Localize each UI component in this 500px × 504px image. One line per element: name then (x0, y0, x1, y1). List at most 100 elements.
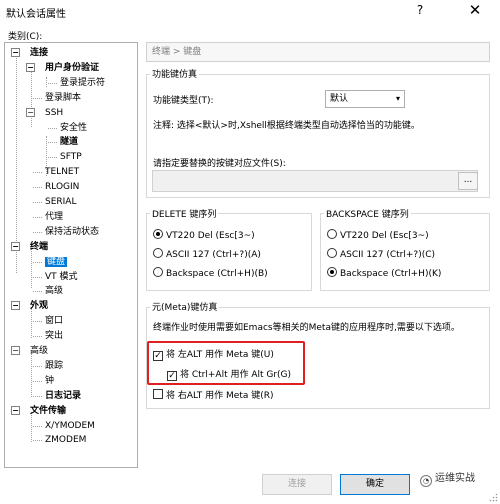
delete-sequence-option-label: VT220 Del (Esc[3~) (166, 231, 255, 241)
tree-item[interactable]: 安全性 (48, 121, 88, 135)
tree-item[interactable]: − SSH (26, 106, 64, 120)
tree-item-label: SERIAL (45, 197, 77, 207)
right-alt-meta-label: 将 右ALT 用作 Meta 键(R) (166, 391, 274, 401)
tree-connector-line (33, 97, 42, 99)
tree-item[interactable]: 隧道 (48, 135, 78, 149)
function-key-note: 注释: 选择<默认>时,Xshell根据终端类型自动选择恰当的功能键。 (153, 121, 420, 131)
delete-sequence-option[interactable]: Backspace (Ctrl+H)(B) (153, 267, 268, 281)
tree-item[interactable]: − 高级 (11, 344, 48, 358)
tree-item-label: 日志记录 (45, 390, 82, 401)
function-key-type-label: 功能键类型(T): (153, 96, 214, 106)
help-icon[interactable]: ? (410, 3, 430, 17)
collapse-toggle-icon[interactable]: − (11, 301, 20, 311)
collapse-toggle-icon[interactable]: − (11, 346, 20, 355)
delete-sequence-radio[interactable] (153, 229, 163, 239)
tree-item[interactable]: TELNET (33, 165, 80, 179)
tree-connector-line (31, 67, 32, 127)
key-file-label: 请指定要替换的按键对应文件(S): (153, 159, 286, 169)
tree-item[interactable]: SFTP (48, 150, 82, 164)
tree-item[interactable]: VT 模式 (33, 270, 78, 284)
tree-item-label: SSH (45, 107, 64, 118)
tree-item-label: 连接 (30, 48, 49, 58)
function-key-type-value: 默认 (330, 94, 349, 104)
right-alt-check-box[interactable] (153, 389, 163, 399)
tree-item[interactable]: 保持活动状态 (33, 225, 99, 239)
tree-item[interactable]: 窗口 (33, 314, 64, 328)
backspace-sequence-radio[interactable] (327, 267, 337, 277)
delete-sequence-option-label: Backspace (Ctrl+H)(B) (166, 269, 268, 279)
right-alt-meta-checkbox[interactable]: 将 右ALT 用作 Meta 键(R) (153, 389, 274, 403)
tree-item[interactable]: 钟 (33, 374, 55, 388)
tree-item-label: 钟 (45, 375, 55, 386)
tree-item[interactable]: 突出 (33, 329, 64, 343)
tree-connector-line (48, 142, 57, 144)
tree-item-label: 突出 (45, 331, 64, 342)
category-tree[interactable]: − 连接 − 用户身份验证 登录提示符 登录脚本 − SSH 安全性 隧道 SFTP TELNET RL… (4, 42, 138, 468)
meta-key-description: 终端作业时使用需要如Emacs等相关的Meta键的应用程序时,需要以下选项。 (153, 323, 460, 333)
tree-connector-line (46, 77, 47, 87)
tree-item-label: ZMODEM (45, 435, 87, 446)
function-key-type-select[interactable]: 默认 ▾ (325, 90, 405, 108)
tree-item[interactable]: SERIAL (33, 195, 77, 209)
backspace-sequence-radio[interactable] (327, 248, 337, 258)
tree-item-label: 代理 (45, 211, 64, 222)
tree-connector-line (48, 127, 57, 129)
tree-item[interactable]: − 连接 (11, 46, 49, 60)
delete-sequence-option[interactable]: ASCII 127 (Ctrl+?)(A) (153, 248, 261, 262)
backspace-sequence-radio[interactable] (327, 229, 337, 239)
tree-item-label: 终端 (30, 241, 49, 252)
highlight-box (147, 341, 305, 385)
window-title: 默认会话属性 (6, 9, 66, 20)
watermark-text: 运维实战 (435, 473, 475, 484)
tree-connector-line (33, 425, 42, 427)
resize-grip-icon[interactable] (489, 493, 498, 502)
backspace-sequence-option[interactable]: Backspace (Ctrl+H)(K) (327, 267, 441, 281)
category-label: 类别(C): (8, 32, 43, 42)
tree-connector-line (33, 321, 42, 323)
tree-item[interactable]: 登录提示符 (48, 76, 105, 90)
tree-item-label: 窗口 (45, 316, 64, 327)
tree-item-label: SFTP (60, 152, 82, 163)
backspace-sequence-option-label: VT220 Del (Esc[3~) (340, 231, 429, 241)
delete-sequence-radio[interactable] (153, 267, 163, 277)
tree-item-label: X/YMODEM (45, 420, 95, 431)
close-icon[interactable]: ✕ (462, 1, 488, 19)
tree-item[interactable]: 键盘 (33, 255, 68, 269)
ok-button[interactable]: 确定 (340, 474, 410, 495)
tree-item[interactable]: RLOGIN (33, 180, 79, 194)
meta-key-legend: 元(Meta)键仿真 (150, 300, 220, 313)
tree-item-label: TELNET (45, 167, 80, 178)
browse-button[interactable]: ... (458, 172, 478, 190)
connect-button[interactable]: 连接 (262, 474, 332, 495)
tree-item[interactable]: 日志记录 (33, 389, 82, 403)
wechat-icon: ◔ (420, 475, 432, 487)
tree-item[interactable]: ZMODEM (33, 433, 87, 447)
tree-connector-line (33, 380, 42, 382)
collapse-toggle-icon[interactable]: − (11, 405, 20, 415)
delete-sequence-option[interactable]: VT220 Del (Esc[3~) (153, 229, 255, 243)
key-file-input[interactable] (152, 170, 478, 192)
delete-sequence-radio[interactable] (153, 248, 163, 258)
tree-item[interactable]: 跟踪 (33, 359, 63, 373)
tree-connector-line (33, 440, 42, 442)
tree-item[interactable]: X/YMODEM (33, 419, 95, 433)
tree-item[interactable]: 登录脚本 (33, 91, 81, 105)
tree-item[interactable]: − 终端 (11, 240, 49, 254)
tree-connector-line (48, 82, 57, 84)
tree-connector-line (33, 187, 42, 189)
collapse-toggle-icon[interactable]: − (26, 62, 35, 72)
tree-connector-line (33, 336, 42, 338)
tree-item[interactable]: 高级 (33, 284, 63, 298)
tree-item[interactable]: − 文件传输 (11, 404, 66, 418)
tree-item[interactable]: 代理 (33, 210, 64, 224)
backspace-sequence-option[interactable]: ASCII 127 (Ctrl+?)(C) (327, 248, 435, 262)
tree-item-label: 安全性 (60, 122, 88, 133)
collapse-toggle-icon[interactable]: − (11, 241, 20, 251)
collapse-toggle-icon[interactable]: − (26, 107, 35, 117)
tree-connector-line (33, 291, 42, 293)
title-bar: 默认会话属性 ? ✕ (0, 0, 500, 24)
tree-item[interactable]: − 外观 (11, 299, 48, 313)
backspace-sequence-option[interactable]: VT220 Del (Esc[3~) (327, 229, 429, 243)
collapse-toggle-icon[interactable]: − (11, 48, 20, 57)
tree-item[interactable]: − 用户身份验证 (26, 61, 99, 75)
